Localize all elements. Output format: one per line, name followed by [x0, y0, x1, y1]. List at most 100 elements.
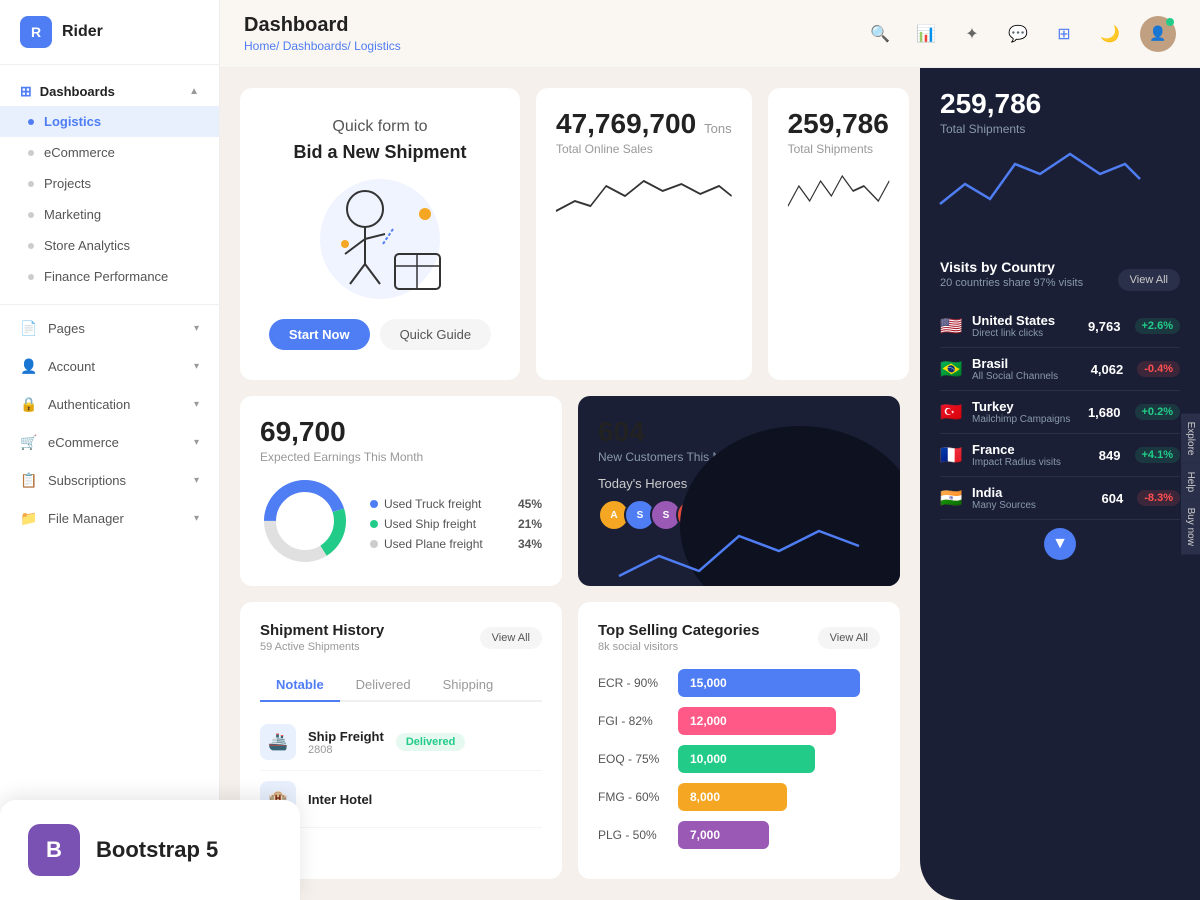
- dashboards-header[interactable]: ⊞ Dashboards ▲: [0, 73, 219, 106]
- bar-fill-ecr: 15,000: [678, 669, 860, 697]
- bar-fill-fmg: 8,000: [678, 783, 787, 811]
- freight-legend: Used Truck freight 45% Used Ship freight…: [370, 491, 542, 551]
- freight-donut: [260, 476, 350, 566]
- shipment-name: Ship Freight: [308, 729, 384, 744]
- sidebar-item-logistics[interactable]: Logistics: [0, 106, 219, 137]
- visits-subtitle: 20 countries share 97% visits: [940, 277, 1083, 289]
- dot-icon: [28, 212, 34, 218]
- shipments-chart: [788, 166, 889, 226]
- sidebar-item-ecommerce2[interactable]: 🛒 eCommerce ▾: [0, 423, 219, 461]
- quick-guide-button[interactable]: Quick Guide: [380, 319, 492, 350]
- start-now-button[interactable]: Start Now: [269, 319, 370, 350]
- explore-label[interactable]: Explore: [1181, 414, 1200, 464]
- total-online-sales-card: 47,769,700 Tons Total Online Sales: [536, 88, 752, 380]
- sidebar-item-filemanager[interactable]: 📁 File Manager ▾: [0, 499, 219, 537]
- sidebar-item-pages[interactable]: 📄 Pages ▾: [0, 309, 219, 347]
- content: Quick form to Bid a New Shipment: [220, 68, 1200, 900]
- pages-icon: 📄: [20, 319, 38, 337]
- country-info-tr: Turkey Mailchimp Campaigns: [972, 399, 1070, 425]
- sub-chevron: ▾: [194, 475, 199, 486]
- sidebar-item-store-analytics[interactable]: Store Analytics: [0, 230, 219, 261]
- earnings-card: 69,700 Expected Earnings This Month: [240, 396, 562, 586]
- sidebar-item-authentication[interactable]: 🔒 Authentication ▾: [0, 385, 219, 423]
- main-area: Dashboard Home/ Dashboards/ Logistics 🔍 …: [220, 0, 1200, 900]
- legend-plane: Used Plane freight 34%: [370, 537, 542, 551]
- shipment-title-wrap: Shipment History 59 Active Shipments: [260, 622, 384, 653]
- flag-us: 🇺🇸: [940, 316, 964, 337]
- bar-fill-eoq: 10,000: [678, 745, 815, 773]
- sidebar-item-finance[interactable]: Finance Performance: [0, 261, 219, 292]
- filemanager-icon: 📁: [20, 509, 38, 527]
- country-info-us: United States Direct link clicks: [972, 313, 1055, 339]
- dot-icon: [28, 274, 34, 280]
- dot-icon: [28, 181, 34, 187]
- shipment-header: Shipment History 59 Active Shipments Vie…: [260, 622, 542, 653]
- country-info-in: India Many Sources: [972, 485, 1036, 511]
- auth-icon: 🔒: [20, 395, 38, 413]
- tab-shipping[interactable]: Shipping: [427, 669, 510, 702]
- breadcrumb-current: Logistics: [354, 39, 401, 53]
- shipment-subtitle: 59 Active Shipments: [260, 641, 384, 653]
- country-row-tr: 🇹🇷 Turkey Mailchimp Campaigns 1,680 +0.2…: [940, 391, 1180, 434]
- country-info-br: Brasil All Social Channels: [972, 356, 1058, 382]
- country-num-tr: 1,680: [1088, 405, 1121, 420]
- auth-chevron: ▾: [194, 399, 199, 410]
- help-label[interactable]: Help: [1181, 463, 1200, 500]
- list-item: ECR - 90% 15,000: [598, 669, 880, 697]
- total-sales-label: Total Online Sales: [556, 142, 732, 156]
- subscriptions-icon: 📋: [20, 471, 38, 489]
- flag-br: 🇧🇷: [940, 359, 964, 380]
- visits-view-all[interactable]: View All: [1118, 269, 1180, 291]
- bootstrap-overlay: B Bootstrap 5: [0, 800, 220, 900]
- earnings-value: 69,700: [260, 416, 542, 448]
- right-stat-label: Total Shipments: [940, 122, 1180, 136]
- sidebar-item-projects[interactable]: Projects: [0, 168, 219, 199]
- moon-icon[interactable]: 🌙: [1094, 18, 1126, 50]
- settings-icon[interactable]: ✦: [956, 18, 988, 50]
- shipment-tabs: Notable Delivered Shipping: [260, 669, 542, 702]
- change-in: -8.3%: [1137, 490, 1180, 506]
- sidebar-item-subscriptions[interactable]: 📋 Subscriptions ▾: [0, 461, 219, 499]
- sales-chart: [556, 166, 732, 226]
- categories-title-wrap: Top Selling Categories 8k social visitor…: [598, 622, 759, 653]
- ecommerce-icon: 🛒: [20, 433, 38, 451]
- header-right: 🔍 📊 ✦ 💬 ⊞ 🌙 👤: [864, 16, 1176, 52]
- chart-icon[interactable]: 📊: [910, 18, 942, 50]
- promo-title: Quick form to: [332, 118, 427, 136]
- page-title: Dashboard: [244, 14, 401, 37]
- sidebar-item-account[interactable]: 👤 Account ▾: [0, 347, 219, 385]
- list-item: FMG - 60% 8,000: [598, 783, 880, 811]
- breadcrumb-home[interactable]: Home/: [244, 39, 279, 53]
- chat-icon[interactable]: 💬: [1002, 18, 1034, 50]
- categories-bars: ECR - 90% 15,000 FGI - 82% 12,000: [598, 669, 880, 849]
- sidebar-item-ecommerce[interactable]: eCommerce: [0, 137, 219, 168]
- earnings-label: Expected Earnings This Month: [260, 450, 542, 464]
- buy-now-label[interactable]: Buy now: [1181, 500, 1200, 554]
- bar-label-plg: PLG - 50%: [598, 828, 668, 842]
- legend-truck: Used Truck freight 45%: [370, 497, 542, 511]
- tab-delivered[interactable]: Delivered: [340, 669, 427, 702]
- sidebar-item-marketing[interactable]: Marketing: [0, 199, 219, 230]
- bar-label-fmg: FMG - 60%: [598, 790, 668, 804]
- categories-view-all[interactable]: View All: [818, 627, 880, 649]
- categories-card: Top Selling Categories 8k social visitor…: [578, 602, 900, 879]
- promo-card: Quick form to Bid a New Shipment: [240, 88, 520, 380]
- ship-dot: [370, 520, 378, 528]
- shipment-view-all[interactable]: View All: [480, 627, 542, 649]
- shipment-id: 2808: [308, 744, 384, 756]
- grid-icon[interactable]: ⊞: [1048, 18, 1080, 50]
- list-item: EOQ - 75% 10,000: [598, 745, 880, 773]
- plane-dot: [370, 540, 378, 548]
- bar-fill-fgi: 12,000: [678, 707, 836, 735]
- account-icon: 👤: [20, 357, 38, 375]
- country-row-fr: 🇫🇷 France Impact Radius visits 849 +4.1%: [940, 434, 1180, 477]
- promo-buttons: Start Now Quick Guide: [269, 319, 491, 350]
- country-num-br: 4,062: [1091, 362, 1124, 377]
- total-shipments-value: 259,786: [788, 108, 889, 140]
- breadcrumb-dashboards[interactable]: Dashboards/: [283, 39, 351, 53]
- more-countries-button[interactable]: ▼: [1044, 528, 1076, 560]
- search-icon[interactable]: 🔍: [864, 18, 896, 50]
- header-left: Dashboard Home/ Dashboards/ Logistics: [244, 14, 401, 53]
- country-row-br: 🇧🇷 Brasil All Social Channels 4,062 -0.4…: [940, 348, 1180, 391]
- tab-notable[interactable]: Notable: [260, 669, 340, 702]
